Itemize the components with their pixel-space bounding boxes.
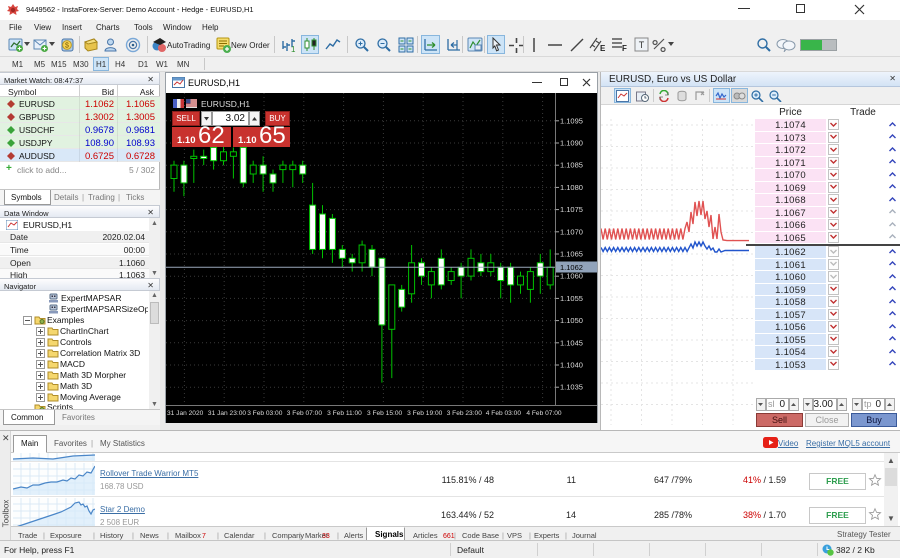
svg-text:3 Feb 11:00: 3 Feb 11:00: [327, 410, 362, 417]
svg-text:1.1055: 1.1055: [560, 294, 583, 303]
svg-text:4 Feb 07:00: 4 Feb 07:00: [526, 410, 562, 417]
svg-text:31 Jan 2020: 31 Jan 2020: [167, 410, 204, 417]
svg-text:3 Feb 07:00: 3 Feb 07:00: [287, 410, 323, 417]
svg-text:3 Feb 23:00: 3 Feb 23:00: [447, 410, 483, 417]
svg-text:1.1062: 1.1062: [560, 263, 583, 272]
svg-text:4 Feb 03:00: 4 Feb 03:00: [486, 410, 522, 417]
svg-text:$: $: [65, 43, 69, 50]
svg-text:1.1050: 1.1050: [560, 316, 583, 325]
svg-text:1.1080: 1.1080: [560, 183, 583, 192]
svg-text:3 Feb 03:00: 3 Feb 03:00: [247, 410, 283, 417]
svg-text:E: E: [600, 44, 606, 53]
svg-text:T: T: [639, 40, 645, 50]
svg-text:3 Feb 15:00: 3 Feb 15:00: [367, 410, 403, 417]
svg-text:31 Jan 23:00: 31 Jan 23:00: [208, 410, 246, 417]
svg-text:1.1070: 1.1070: [560, 227, 583, 236]
svg-text:F: F: [622, 44, 627, 53]
svg-text:1: 1: [291, 45, 296, 53]
svg-text:1.1090: 1.1090: [560, 139, 583, 148]
svg-text:1.1035: 1.1035: [560, 383, 583, 392]
svg-text:1.1085: 1.1085: [560, 161, 583, 170]
svg-text:1.1040: 1.1040: [560, 361, 583, 370]
svg-text:1.1045: 1.1045: [560, 338, 583, 347]
svg-text:1.1095: 1.1095: [560, 116, 583, 125]
svg-text:1.1065: 1.1065: [560, 250, 583, 259]
svg-text:1.1060: 1.1060: [560, 272, 583, 281]
svg-text:3 Feb 19:00: 3 Feb 19:00: [407, 410, 443, 417]
svg-text:1.1075: 1.1075: [560, 205, 583, 214]
